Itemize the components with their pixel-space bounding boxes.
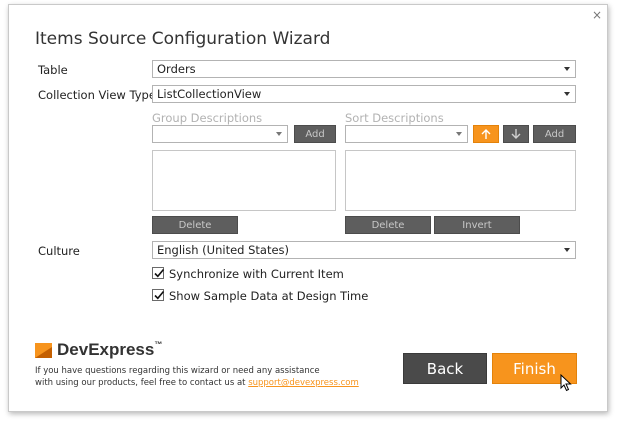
sort-delete-button[interactable]: Delete [345, 216, 431, 234]
group-descriptions-label: Group Descriptions [152, 111, 263, 125]
sync-label[interactable]: Synchronize with Current Item [169, 267, 344, 281]
sample-data-checkbox[interactable] [152, 289, 165, 301]
chevron-down-icon[interactable] [456, 132, 462, 136]
group-add-button[interactable]: Add [294, 125, 336, 143]
table-combobox[interactable]: Orders [152, 60, 576, 78]
mouse-cursor-icon [560, 374, 572, 392]
group-descriptions-list[interactable] [152, 150, 336, 211]
table-label: Table [38, 63, 68, 77]
checkmark-icon [154, 268, 165, 278]
group-descriptions-combobox[interactable] [152, 125, 288, 143]
back-button[interactable]: Back [403, 353, 487, 384]
brand-dev: Dev [57, 340, 89, 359]
culture-combobox[interactable]: English (United States) [152, 241, 576, 259]
chevron-down-icon[interactable] [276, 132, 282, 136]
culture-label: Culture [38, 244, 80, 258]
culture-combobox-value: English (United States) [157, 243, 290, 257]
sort-add-button[interactable]: Add [533, 125, 576, 143]
sort-move-down-button[interactable] [503, 125, 529, 143]
collection-view-type-label: Collection View Type [38, 88, 156, 102]
help-text-line2: with using our products, feel free to co… [35, 378, 359, 388]
sort-move-up-button[interactable] [473, 125, 499, 143]
chevron-down-icon[interactable] [564, 67, 570, 71]
table-combobox-value: Orders [157, 62, 196, 76]
brand-tm: ™ [154, 340, 163, 349]
sort-descriptions-combobox[interactable] [345, 125, 468, 143]
sort-descriptions-list[interactable] [345, 150, 576, 211]
sync-checkbox[interactable] [152, 267, 165, 279]
chevron-down-icon[interactable] [564, 92, 570, 96]
brand-express: Express [88, 340, 155, 359]
checkmark-icon [154, 290, 165, 300]
collection-view-type-combobox[interactable]: ListCollectionView [152, 85, 576, 103]
support-email-link[interactable]: support@devexpress.com [248, 378, 359, 388]
wizard-title: Items Source Configuration Wizard [35, 29, 331, 49]
arrow-up-icon [481, 129, 491, 139]
collection-view-type-value: ListCollectionView [157, 87, 262, 101]
devexpress-logo-icon [35, 343, 52, 358]
arrow-down-icon [511, 129, 521, 139]
sort-descriptions-label: Sort Descriptions [345, 111, 444, 125]
group-delete-button[interactable]: Delete [152, 216, 238, 234]
help-text-line2-prefix: with using our products, feel free to co… [35, 378, 246, 388]
sort-invert-button[interactable]: Invert [434, 216, 520, 234]
sample-data-label[interactable]: Show Sample Data at Design Time [169, 289, 368, 303]
close-icon[interactable]: × [592, 9, 602, 21]
chevron-down-icon[interactable] [564, 248, 570, 252]
help-text-line1: If you have questions regarding this wiz… [35, 366, 320, 376]
